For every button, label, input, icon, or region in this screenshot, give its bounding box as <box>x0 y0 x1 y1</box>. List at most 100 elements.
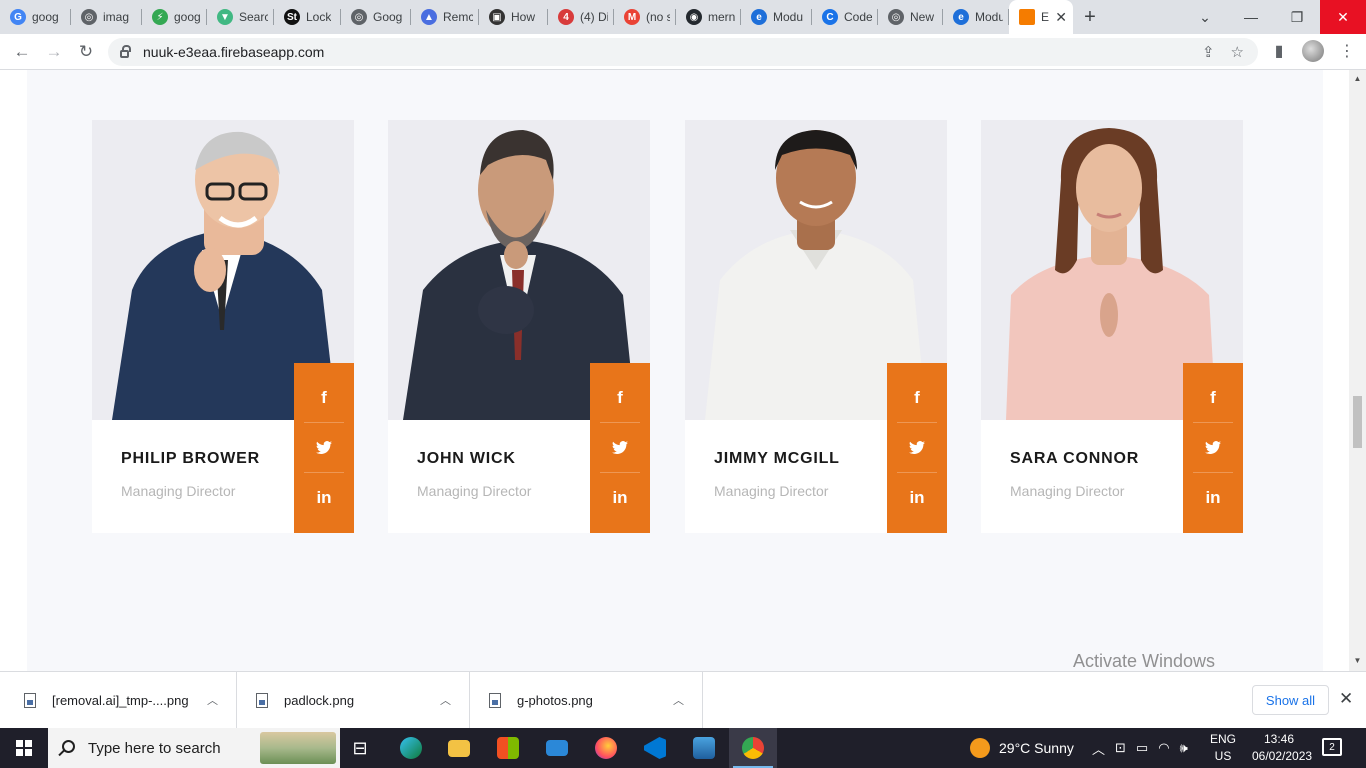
browser-tab[interactable]: ▼ Searc <box>207 0 274 34</box>
firefox-icon[interactable] <box>582 728 630 768</box>
meet-now-icon[interactable]: ⊡ <box>1115 740 1126 756</box>
address-bar[interactable]: nuuk-e3eaa.firebaseapp.com ⇪ ☆ <box>108 38 1258 66</box>
taskbar-clock[interactable]: 13:46 06/02/2023 <box>1252 731 1313 765</box>
download-filename: [removal.ai]_tmp-....png <box>52 692 189 708</box>
wifi-icon[interactable]: ◠ <box>1158 740 1169 756</box>
language-indicator[interactable]: ENG US <box>1210 731 1236 765</box>
twitter-icon[interactable] <box>304 423 344 473</box>
browser-tab[interactable]: ◎ imag <box>71 0 142 34</box>
browser-tab[interactable]: ◎ New <box>878 0 943 34</box>
edge-icon[interactable] <box>387 728 435 768</box>
profile-avatar[interactable] <box>1302 40 1324 62</box>
scrollbar-thumb[interactable] <box>1353 396 1362 448</box>
browser-tab[interactable]: ▣ How <box>479 0 548 34</box>
maximize-button[interactable]: ❐ <box>1274 0 1320 34</box>
forward-arrow-icon[interactable]: → <box>39 37 69 67</box>
scroll-down-arrow-icon[interactable]: ▼ <box>1349 656 1366 668</box>
twitter-icon[interactable] <box>600 423 640 473</box>
side-panel-icon[interactable]: ▮ <box>1266 37 1292 65</box>
download-item[interactable]: padlock.png ︿ <box>237 672 470 728</box>
battery-icon[interactable]: ▭ <box>1136 740 1148 756</box>
chrome-icon[interactable] <box>729 728 777 768</box>
file-explorer-icon[interactable] <box>435 728 483 768</box>
store-icon[interactable] <box>484 728 532 768</box>
weather-widget[interactable]: 29°C Sunny <box>970 728 1074 768</box>
browser-tab[interactable]: M (no su <box>614 0 676 34</box>
browser-tab[interactable]: Ec✕ <box>1009 0 1073 34</box>
menu-kebab-icon[interactable]: ⋮ <box>1334 37 1360 65</box>
twitter-icon[interactable] <box>1193 423 1233 473</box>
browser-tab[interactable]: e Modu <box>741 0 812 34</box>
tab-favicon-icon: e <box>953 9 969 25</box>
tab-title: Code <box>844 10 872 24</box>
photos-icon[interactable] <box>680 728 728 768</box>
lock-icon[interactable] <box>120 45 131 58</box>
browser-tab[interactable]: ⚡ goog <box>142 0 207 34</box>
browser-tab[interactable]: ▲ Remc <box>411 0 479 34</box>
chevron-up-icon[interactable]: ︿ <box>440 692 451 708</box>
task-view-icon[interactable]: ⊟ <box>336 728 384 768</box>
url-text: nuuk-e3eaa.firebaseapp.com <box>143 44 325 60</box>
download-item[interactable]: g-photos.png ︿ <box>470 672 703 728</box>
close-window-button[interactable]: ✕ <box>1320 0 1366 34</box>
facebook-icon[interactable]: f <box>1193 373 1233 423</box>
file-icon <box>256 692 268 708</box>
share-icon[interactable]: ⇪ <box>1202 43 1215 61</box>
tab-favicon-icon: ▲ <box>421 9 437 25</box>
notification-center-icon[interactable]: 2 <box>1322 738 1342 756</box>
facebook-icon[interactable]: f <box>304 373 344 423</box>
team-card: JOHN WICK Managing Director f in <box>388 120 650 533</box>
file-icon <box>24 692 36 708</box>
tab-favicon-icon: 4 <box>558 9 574 25</box>
linkedin-icon[interactable]: in <box>600 473 640 523</box>
member-role: Managing Director <box>121 483 236 499</box>
tab-title: How <box>511 10 536 24</box>
close-download-bar-icon[interactable]: ✕ <box>1339 689 1353 709</box>
download-filename: g-photos.png <box>517 692 593 708</box>
volume-icon[interactable]: 🕪 <box>1180 740 1188 756</box>
page-scrollbar[interactable]: ▲ ▼ <box>1349 70 1366 671</box>
linkedin-icon[interactable]: in <box>304 473 344 523</box>
twitter-bird-icon <box>612 440 628 454</box>
browser-tab[interactable]: C Code <box>812 0 878 34</box>
browser-tab[interactable]: e Modu <box>943 0 1009 34</box>
facebook-icon[interactable]: f <box>897 373 937 423</box>
bookmark-star-icon[interactable]: ☆ <box>1231 43 1244 61</box>
twitter-icon[interactable] <box>897 423 937 473</box>
tab-title: (no su <box>646 10 670 24</box>
tab-title: Searc <box>239 10 268 24</box>
member-name: SARA CONNOR <box>1010 450 1140 467</box>
browser-tab[interactable]: St Lock <box>274 0 341 34</box>
clock-date: 06/02/2023 <box>1252 749 1313 763</box>
chevron-up-icon[interactable]: ︿ <box>673 692 684 708</box>
back-arrow-icon[interactable]: ← <box>7 37 37 67</box>
linkedin-icon[interactable]: in <box>897 473 937 523</box>
scroll-up-arrow-icon[interactable]: ▲ <box>1349 74 1366 86</box>
chevron-up-icon[interactable]: ︿ <box>207 692 218 708</box>
new-tab-button[interactable]: + <box>1073 0 1107 34</box>
team-info: PHILIP BROWER Managing Director <box>92 420 294 533</box>
browser-tab[interactable]: 4 (4) Di <box>548 0 614 34</box>
mail-icon[interactable] <box>533 728 581 768</box>
taskbar-search-box[interactable]: Type here to search <box>48 728 340 768</box>
browser-tab[interactable]: Ggoog <box>0 0 71 34</box>
twitter-bird-icon <box>316 440 332 454</box>
tab-search-icon[interactable]: ⌄ <box>1182 0 1228 34</box>
tab-title: goog <box>32 10 59 24</box>
start-button[interactable] <box>0 728 48 768</box>
linkedin-icon[interactable]: in <box>1193 473 1233 523</box>
minimize-button[interactable]: — <box>1228 0 1274 34</box>
reload-icon[interactable]: ↻ <box>71 37 101 67</box>
download-item[interactable]: [removal.ai]_tmp-....png ︿ <box>0 672 237 728</box>
browser-tab[interactable]: ◎ Goog <box>341 0 411 34</box>
lang-bottom: US <box>1214 749 1232 763</box>
tab-title: mern <box>708 10 735 24</box>
tab-title: New <box>910 10 935 24</box>
member-role: Managing Director <box>417 483 532 499</box>
show-all-button[interactable]: Show all <box>1252 685 1329 715</box>
close-tab-icon[interactable]: ✕ <box>1049 9 1067 26</box>
tray-chevron-icon[interactable]: ︿ <box>1092 739 1105 758</box>
vscode-icon[interactable] <box>631 728 679 768</box>
browser-tab[interactable]: ◉ mern <box>676 0 741 34</box>
facebook-icon[interactable]: f <box>600 373 640 423</box>
